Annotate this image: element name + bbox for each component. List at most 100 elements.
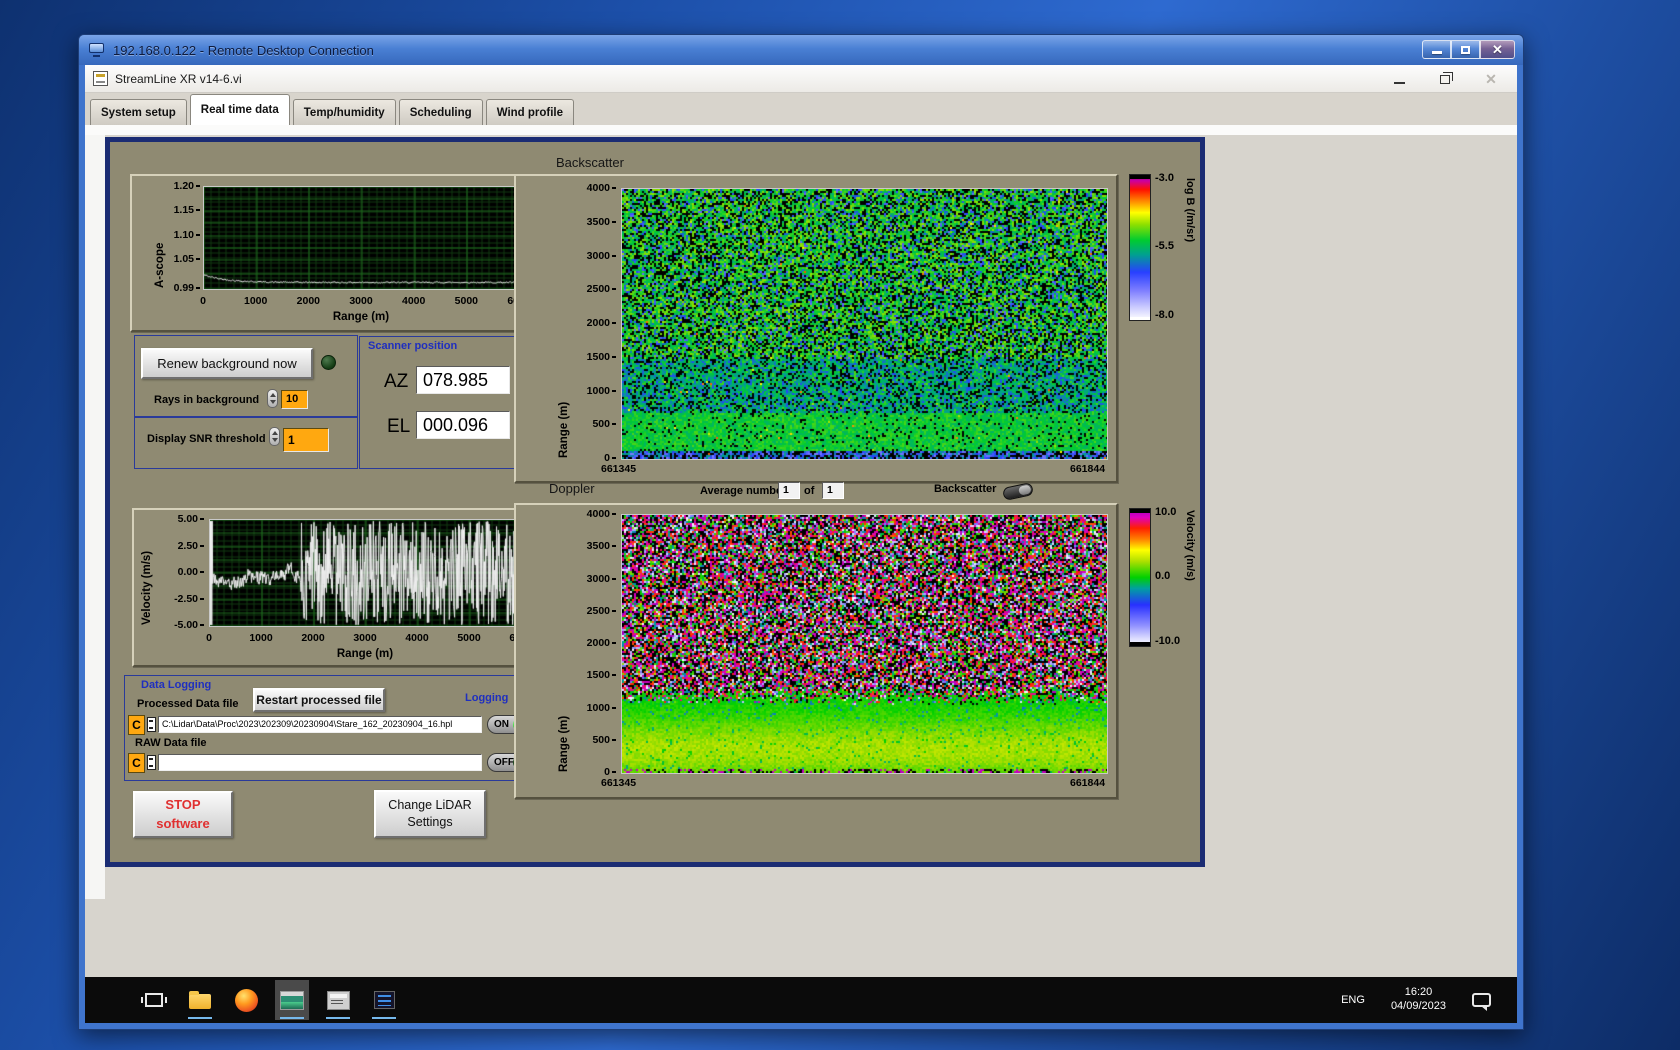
snr-spinner[interactable] [269,427,280,446]
scan-scheduler-icon [327,991,350,1010]
ascope-y-axis-label: A-scope [154,186,166,288]
y-tick-label: 0.99 [174,282,200,294]
rdp-minimize-button[interactable] [1422,40,1451,59]
rays-value-field[interactable]: 10 [281,390,308,409]
task-view-button[interactable] [137,980,171,1020]
backscatter-heatmap-canvas [622,189,1107,459]
y-tick-label: 4000 [587,508,616,520]
y-tick-label: 1.10 [174,229,200,241]
processed-drive-selector[interactable]: C [128,715,145,735]
y-tick-label: -5.00 [174,619,204,631]
x-tick-label: 4000 [405,632,428,644]
raw-data-file-label: RAW Data file [135,737,207,749]
browse-icon[interactable] [147,755,156,770]
backscatter-graph-frame: Range (m) 400035003000250020001500100050… [514,174,1118,483]
az-label: AZ [384,371,408,393]
doppler-section-title: Doppler [549,481,595,496]
file-explorer-button[interactable] [183,980,217,1020]
app-minimize-button[interactable] [1391,71,1407,87]
doppler-heatmap-canvas [622,515,1107,773]
change-lidar-settings-button[interactable]: Change LiDARSettings [374,790,486,838]
tab-temp-humidity[interactable]: Temp/humidity [293,99,396,125]
y-tick-label: 1500 [587,351,616,363]
ascope-x-ticks: 0100020003000400050006000 [203,295,519,308]
raw-path-field[interactable] [158,754,482,771]
streamline-app-button[interactable] [275,980,309,1020]
y-tick-label: 4000 [587,182,616,194]
renew-background-button[interactable]: Renew background now [141,348,313,379]
taskbar-date: 04/09/2023 [1391,1000,1446,1014]
x-tick-label: 1000 [249,632,272,644]
y-tick-label: -2.50 [174,593,204,605]
task-view-icon [145,993,163,1007]
minimize-icon [1394,82,1405,84]
ascope-y-ticks: 1.201.151.101.050.99 [166,186,200,288]
x-tick-label: 0 [200,295,206,307]
y-tick-label: 2500 [587,283,616,295]
x-tick-label: 2000 [301,632,324,644]
maximize-icon [1461,46,1470,54]
app-close-button[interactable]: ✕ [1483,71,1499,87]
raw-drive-selector[interactable]: C [128,753,145,773]
rdp-close-button[interactable]: ✕ [1480,40,1515,59]
firefox-button[interactable] [229,980,263,1020]
y-tick-label: 1000 [587,385,616,397]
y-tick-label: 1.05 [174,253,200,265]
average-number-field[interactable]: 1 [778,482,800,499]
tab-system-setup[interactable]: System setup [90,99,187,125]
close-icon: ✕ [1492,43,1503,56]
tab-page-top-edge [85,125,1517,135]
restart-processed-file-button[interactable]: Restart processed file [253,688,385,712]
rays-in-background-label: Rays in background [154,394,259,406]
snr-value-field[interactable]: 1 [283,428,329,452]
doppler-x-start-label: 661345 [601,777,636,789]
app-restore-button[interactable] [1437,71,1453,87]
scanner-position-box: Scanner position AZ 078.985 EL 000.096 [359,336,524,469]
app-titlebar[interactable]: StreamLine XR v14-6.vi ✕ [85,65,1517,93]
y-tick-label: 2500 [587,605,616,617]
left-margin [85,135,105,899]
tab-scheduling[interactable]: Scheduling [399,99,483,125]
y-tick-label: 0.00 [178,566,204,578]
browse-icon[interactable] [147,717,156,732]
folder-icon [189,994,211,1009]
y-tick-label: 1000 [587,702,616,714]
scanner-position-legend: Scanner position [368,340,457,352]
scan-scheduler-button[interactable] [321,980,355,1020]
backscatter-section-title: Backscatter [556,155,624,170]
x-tick-label: 5000 [455,295,478,307]
logging-label: Logging [465,692,508,704]
language-indicator[interactable]: ENG [1327,994,1379,1006]
tab-wind-profile[interactable]: Wind profile [486,99,574,125]
el-value-field: 000.096 [416,411,510,439]
x-tick-label: 3000 [353,632,376,644]
average-count-field[interactable]: 1 [822,482,844,499]
action-center-icon[interactable] [1472,993,1491,1007]
rays-spinner[interactable] [267,389,278,408]
processed-path-field[interactable]: C:\Lidar\Data\Proc\2023\202309\20230904\… [158,716,482,733]
restore-icon [1440,75,1450,84]
backscatter-y-ticks: 40003500300025002000150010005000 [576,188,616,458]
background-controls-box: Renew background now Rays in background … [134,335,358,417]
average-number-label: Average number [700,485,786,497]
tab-real-time-data[interactable]: Real time data [190,94,290,125]
backscatter-display-toggle[interactable] [1002,482,1034,501]
velocity-plot-canvas [210,520,522,626]
y-tick-label: 500 [592,734,616,746]
stop-software-button[interactable]: STOPsoftware [133,791,233,838]
taskbar-time: 16:20 [1391,986,1446,1000]
y-tick-label: 3500 [587,540,616,552]
taskbar-clock[interactable]: 16:20 04/09/2023 [1379,986,1458,1014]
doppler-colorbar [1129,508,1151,647]
backscatter-colorbar [1129,174,1151,321]
terminal-app-button[interactable] [367,980,401,1020]
rdp-titlebar[interactable]: 192.168.0.122 - Remote Desktop Connectio… [79,35,1523,65]
colorbar-tick: -5.5 [1155,240,1174,252]
rdp-window: 192.168.0.122 - Remote Desktop Connectio… [78,34,1524,1030]
y-tick-label: 2.50 [178,540,204,552]
close-icon: ✕ [1485,72,1497,86]
y-tick-label: 500 [592,418,616,430]
rdp-maximize-button[interactable] [1451,40,1480,59]
of-label: of [804,485,814,497]
colorbar-tick: 0.0 [1155,570,1170,582]
